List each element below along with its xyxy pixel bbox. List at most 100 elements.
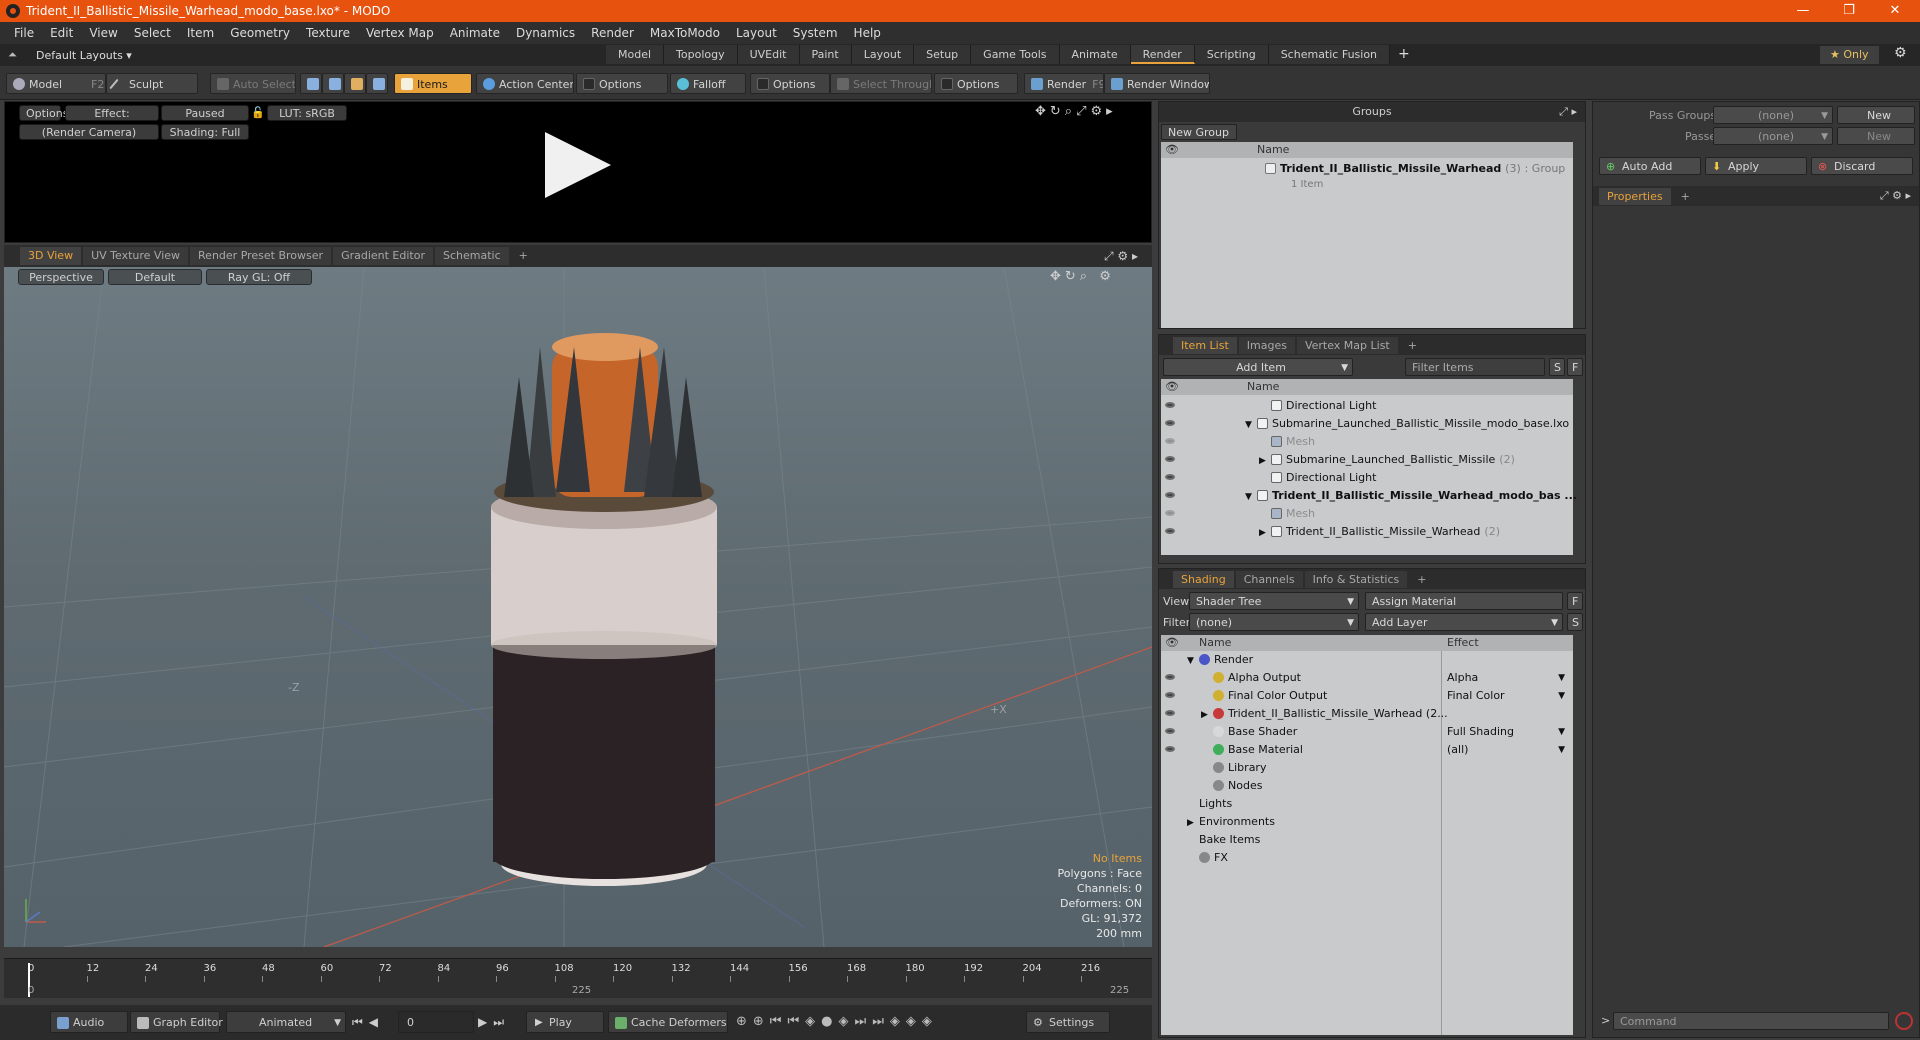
gear-icon[interactable]: ⚙ — [1894, 45, 1907, 61]
items-mode-button[interactable]: Items — [394, 73, 472, 94]
shader-tree-row[interactable]: Lights — [1187, 795, 1232, 813]
tab-animate[interactable]: Animate — [1059, 45, 1131, 64]
visibility-eye-icon[interactable] — [1165, 728, 1175, 734]
action-center-options-button[interactable]: Options — [576, 73, 668, 94]
menu-texture[interactable]: Texture — [298, 26, 358, 40]
falloff-button[interactable]: Falloff — [670, 73, 746, 94]
tab-setup[interactable]: Setup — [914, 45, 972, 64]
tab-game-tools[interactable]: Game Tools — [971, 45, 1060, 64]
expand-arrow-icon[interactable]: ▶ — [1187, 814, 1199, 832]
groups-list[interactable]: 👁 Name Trident_II_Ballistic_Missile_Warh… — [1161, 142, 1573, 328]
menu-render[interactable]: Render — [583, 26, 642, 40]
item-list[interactable]: 👁 Name Directional Light ▼ Submarine_Launc… — [1161, 379, 1577, 555]
expand-arrow-icon[interactable]: ▼ — [1187, 652, 1199, 670]
raygl-toggle[interactable]: Ray GL: Off — [206, 269, 312, 285]
item-list-row[interactable]: ▶ Trident_II_Ballistic_Missile_Warhead (2) — [1259, 523, 1500, 541]
menu-layout[interactable]: Layout — [728, 26, 785, 40]
shader-tree-row[interactable]: ▼ Render — [1187, 651, 1253, 669]
menu-view[interactable]: View — [81, 26, 125, 40]
shader-tree-row[interactable]: Bake Items — [1187, 831, 1260, 849]
shader-tree-row[interactable]: Final Color Output — [1201, 687, 1327, 705]
groups-expand-icon[interactable]: ⤢ ▸ — [1559, 102, 1577, 122]
menu-select[interactable]: Select — [126, 26, 179, 40]
preview-shading-select[interactable]: Shading: Full — [161, 124, 249, 140]
menu-edit[interactable]: Edit — [42, 26, 81, 40]
tab-shading[interactable]: Shading — [1173, 570, 1234, 588]
shader-tree-row[interactable]: Library — [1201, 759, 1266, 777]
play-icon[interactable] — [545, 132, 611, 198]
tab-layout[interactable]: Layout — [851, 45, 915, 64]
visibility-eye-icon[interactable] — [1165, 710, 1175, 716]
assign-material-button[interactable]: Assign Material — [1365, 592, 1563, 610]
command-input[interactable]: Command — [1613, 1012, 1889, 1030]
new-pass-button[interactable]: New — [1837, 127, 1915, 145]
menu-help[interactable]: Help — [846, 26, 889, 40]
menu-animate[interactable]: Animate — [442, 26, 508, 40]
new-pass-group-button[interactable]: New — [1837, 106, 1915, 124]
add-layout-tab-button[interactable]: + — [1390, 45, 1418, 64]
shader-effect-select[interactable]: Alpha ▼ — [1447, 669, 1567, 687]
shader-effect-select[interactable]: (all) ▼ — [1447, 741, 1567, 759]
shader-tree-row[interactable]: ▶ Trident_II_Ballistic_Missile_Warhead (2… — [1201, 705, 1448, 723]
expand-arrow-icon[interactable]: ▶ — [1201, 706, 1213, 724]
select-vertices-button[interactable] — [300, 73, 322, 94]
shader-tree-row[interactable]: FX — [1187, 849, 1228, 867]
apply-button[interactable]: ⬇ Apply — [1705, 157, 1807, 175]
tab-topology[interactable]: Topology — [664, 45, 738, 64]
shader-tree-row[interactable]: ▶ Environments — [1187, 813, 1275, 831]
3d-viewport[interactable]: -Z +X Perspective Default Ray GL: Off ✥↻… — [4, 267, 1152, 947]
warhead-model[interactable] — [491, 333, 717, 886]
select-polygons-button[interactable] — [344, 73, 366, 94]
shading-s-button[interactable]: S — [1567, 613, 1583, 631]
auto-select-button[interactable]: Auto Select — [210, 73, 296, 94]
select-options-button[interactable]: Options — [934, 73, 1018, 94]
shading-filter-select[interactable]: (none) ▼ — [1189, 613, 1359, 631]
viewport-expand-icon[interactable]: ⤢ ⚙ ▸ — [1104, 249, 1138, 264]
menu-file[interactable]: File — [6, 26, 42, 40]
visibility-eye-icon[interactable] — [1165, 456, 1175, 462]
tab-3d-view[interactable]: 3D View — [20, 247, 82, 265]
shader-tree-row[interactable]: Base Shader — [1201, 723, 1297, 741]
perspective-select[interactable]: Perspective — [18, 269, 104, 285]
add-item-button[interactable]: Add Item ▼ — [1163, 358, 1353, 376]
itemlist-f-button[interactable]: F — [1567, 358, 1583, 376]
minimize-button[interactable]: — — [1780, 0, 1826, 22]
tab-uv-texture-view[interactable]: UV Texture View — [83, 247, 189, 265]
expand-arrow-icon[interactable]: ▼ — [1245, 488, 1257, 506]
transport-forward-icons[interactable]: ▶⏭ — [478, 1015, 510, 1030]
item-list-row[interactable]: ▼ Trident_II_Ballistic_Missile_Warhead_mo… — [1245, 487, 1581, 505]
shader-effect-select[interactable]: Full Shading ▼ — [1447, 723, 1567, 741]
model-mode-button[interactable]: Model F2 — [6, 73, 106, 94]
visibility-eye-icon[interactable] — [1165, 492, 1175, 498]
expand-arrow-icon[interactable]: ▶ — [1259, 524, 1271, 542]
visibility-eye-icon[interactable] — [1165, 528, 1175, 534]
properties-expand-icon[interactable]: ⤢ ⚙ ▸ — [1880, 189, 1911, 203]
preview-effect-select[interactable]: Effect: (Shadi... — [65, 105, 159, 136]
falloff-options-button[interactable]: Options — [750, 73, 830, 94]
tab-model[interactable]: Model — [606, 45, 665, 64]
lut-select[interactable]: LUT: sRGB — [267, 105, 347, 121]
tab-uvedit[interactable]: UVEdit — [737, 45, 800, 64]
animated-select[interactable]: Animated ▼ — [226, 1011, 346, 1033]
add-viewport-tab-button[interactable]: + — [511, 247, 536, 265]
itemlist-s-button[interactable]: S — [1549, 358, 1565, 376]
menu-dynamics[interactable]: Dynamics — [508, 26, 583, 40]
passes-select[interactable]: (none) ▼ — [1713, 127, 1833, 145]
record-icon[interactable] — [1895, 1012, 1913, 1030]
item-list-row[interactable]: Directional Light — [1259, 397, 1380, 415]
preview-options-button[interactable]: Options — [19, 105, 68, 121]
select-through-button[interactable]: Select Through — [830, 73, 932, 94]
menu-geometry[interactable]: Geometry — [222, 26, 298, 40]
menu-maxtomodo[interactable]: MaxToModo — [642, 26, 728, 40]
tab-channels[interactable]: Channels — [1235, 570, 1303, 588]
tab-gradient-editor[interactable]: Gradient Editor — [333, 247, 433, 265]
new-group-button[interactable]: New Group — [1161, 124, 1237, 140]
shader-tree-row[interactable]: Alpha Output — [1201, 669, 1301, 687]
visibility-eye-icon[interactable] — [1165, 692, 1175, 698]
menu-vertex-map[interactable]: Vertex Map — [358, 26, 442, 40]
tab-images[interactable]: Images — [1238, 336, 1295, 354]
add-itemlist-tab-button[interactable]: + — [1400, 337, 1425, 354]
add-shading-tab-button[interactable]: + — [1409, 571, 1434, 588]
visibility-eye-icon[interactable] — [1165, 402, 1175, 408]
close-button[interactable]: ✕ — [1872, 0, 1918, 22]
